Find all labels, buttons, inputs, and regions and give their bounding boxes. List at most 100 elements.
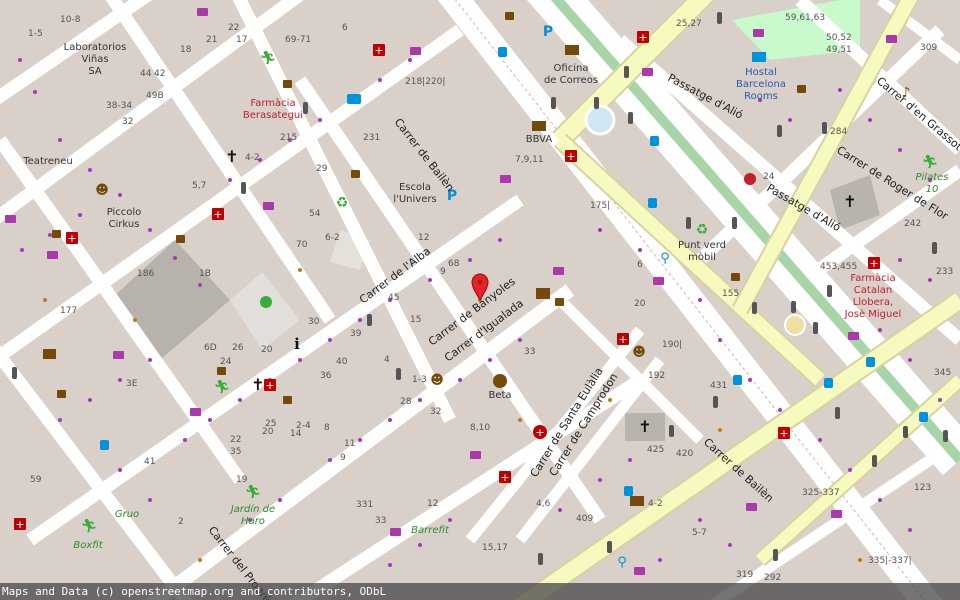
fitness-runner-icon[interactable]: 🏃︎ xyxy=(81,518,98,534)
house-number: 8,10 xyxy=(470,423,490,433)
pharmacy-cross-icon[interactable]: + xyxy=(565,150,577,163)
svg-text:+: + xyxy=(535,426,544,439)
svg-text:+: + xyxy=(869,257,878,270)
pharmacy-cross-icon[interactable]: + xyxy=(617,333,629,346)
poi-label: Pilates xyxy=(916,172,949,183)
house-number: 22 xyxy=(228,23,239,33)
post-office-icon[interactable] xyxy=(565,45,579,55)
theatre-masks-icon[interactable]: ☻ xyxy=(95,183,109,198)
house-number: 231 xyxy=(363,133,380,143)
map-view[interactable]: + + + + + + + + + + + + ✝ ✝ ✝ ✝ P P ☻ ☻ … xyxy=(0,0,960,600)
house-number: 4 xyxy=(384,355,390,365)
church-cross-icon[interactable]: ✝ xyxy=(251,375,264,394)
house-number: 3E xyxy=(126,379,138,389)
pharmacy-cross-icon[interactable]: + xyxy=(637,31,649,44)
house-number: 59,61,63 xyxy=(785,13,825,23)
house-number: 420 xyxy=(676,449,693,459)
library-book-icon[interactable] xyxy=(43,349,56,359)
house-number: 68 xyxy=(448,259,460,269)
poi-label: Farmàcia xyxy=(250,97,295,109)
pharmacy-cross-icon[interactable]: + xyxy=(373,44,385,57)
house-number: 39 xyxy=(350,329,362,339)
recycling-icon[interactable]: ♻ xyxy=(336,195,349,211)
map-attribution[interactable]: Maps and Data (c) openstreetmap.org and … xyxy=(0,583,960,600)
svg-text:+: + xyxy=(265,379,274,392)
poi-label: Farmàcia xyxy=(850,272,895,284)
pharmacy-cross-icon[interactable]: + xyxy=(499,471,511,484)
pharmacy-cross-icon[interactable]: + xyxy=(14,518,26,531)
house-number: 6-2 xyxy=(325,233,340,243)
church-cross-icon[interactable]: ✝ xyxy=(225,147,238,166)
house-number: 325-337 xyxy=(802,488,840,498)
house-number: 29 xyxy=(316,164,328,174)
pharmacy-cross-icon[interactable]: + xyxy=(868,257,880,270)
bicycle-icon[interactable]: ⚲ xyxy=(660,251,670,266)
house-number: 309 xyxy=(920,43,937,53)
paw-icon[interactable] xyxy=(744,173,756,185)
poi-label: mòbil xyxy=(688,251,716,263)
pharmacy-cross-icon[interactable]: + xyxy=(533,425,547,439)
house-number: 155 xyxy=(722,289,739,299)
poi-label: Barrefit xyxy=(411,525,450,536)
art-palette-icon[interactable] xyxy=(493,374,507,388)
house-number: 175| xyxy=(590,201,610,211)
house-number: 4,6 xyxy=(536,499,551,509)
pharmacy-cross-icon[interactable]: + xyxy=(264,379,276,392)
fitness-runner-icon[interactable]: 🏃︎ xyxy=(922,154,939,170)
poi-label: Viñas xyxy=(81,54,108,65)
house-number: 17 xyxy=(236,35,247,45)
house-number: 11 xyxy=(344,439,355,449)
svg-text:+: + xyxy=(566,150,575,163)
house-number: 218|220| xyxy=(405,77,445,87)
fitness-runner-icon[interactable]: 🏃︎ xyxy=(214,379,231,395)
theatre-masks-icon[interactable]: ☻ xyxy=(632,345,646,360)
church-cross-icon[interactable]: ✝ xyxy=(843,192,856,211)
house-number: 59 xyxy=(30,475,42,485)
house-number: 177 xyxy=(60,306,77,316)
pharmacy-cross-icon[interactable]: + xyxy=(66,232,78,245)
recycling-icon[interactable]: ♻ xyxy=(696,222,709,238)
bank-icon[interactable] xyxy=(532,121,546,131)
information-icon[interactable]: i xyxy=(294,335,300,353)
house-number: 9 xyxy=(440,267,446,277)
house-number: 7,9,11 xyxy=(515,155,544,165)
theatre-masks-icon[interactable]: ☻ xyxy=(430,373,444,388)
house-number: 1-3 xyxy=(412,375,427,385)
house-number: 33 xyxy=(524,347,535,357)
house-number: 9 xyxy=(340,453,346,463)
svg-text:+: + xyxy=(618,333,627,346)
house-number: 41 xyxy=(144,457,155,467)
house-number: 453,455 xyxy=(820,262,857,272)
map-canvas[interactable]: + + + + + + + + + + + + ✝ ✝ ✝ ✝ P P ☻ ☻ … xyxy=(0,0,960,600)
church-cross-icon[interactable]: ✝ xyxy=(638,417,651,436)
house-number: 45 xyxy=(388,293,399,303)
house-number: 409 xyxy=(576,514,593,524)
house-number: 26 xyxy=(232,343,244,353)
poi-label: Hostal xyxy=(745,67,777,78)
house-number: 25 xyxy=(265,419,276,429)
poi-label: Cirkus xyxy=(109,219,140,230)
house-number: 292 xyxy=(764,573,781,583)
pharmacy-cross-icon[interactable]: + xyxy=(212,208,224,221)
poi-label: 10 xyxy=(926,184,939,195)
cinema-icon[interactable] xyxy=(536,288,550,299)
house-number: 49,51 xyxy=(826,45,852,55)
house-number: 242 xyxy=(904,219,921,229)
post-office-icon[interactable] xyxy=(630,496,644,506)
taxi-icon[interactable] xyxy=(347,94,361,104)
house-number: 69-71 xyxy=(285,35,311,45)
house-number: 431 xyxy=(710,381,727,391)
fitness-runner-icon[interactable]: 🏃︎ xyxy=(260,50,277,66)
house-number: 4-2 xyxy=(245,153,260,163)
fitness-runner-icon[interactable]: 🏃︎ xyxy=(245,484,262,500)
hotel-icon[interactable] xyxy=(752,52,766,62)
bicycle-icon[interactable]: ⚲ xyxy=(617,555,627,570)
paw-icon[interactable] xyxy=(260,296,272,308)
house-number: 4-2 xyxy=(648,499,663,509)
house-number: 2-4 xyxy=(296,421,311,431)
pharmacy-cross-icon[interactable]: + xyxy=(778,427,790,440)
poi-label: BBVA xyxy=(526,134,553,145)
house-number: 6D xyxy=(204,343,217,353)
parking-icon[interactable]: P xyxy=(543,24,553,40)
roundabout xyxy=(584,104,616,136)
